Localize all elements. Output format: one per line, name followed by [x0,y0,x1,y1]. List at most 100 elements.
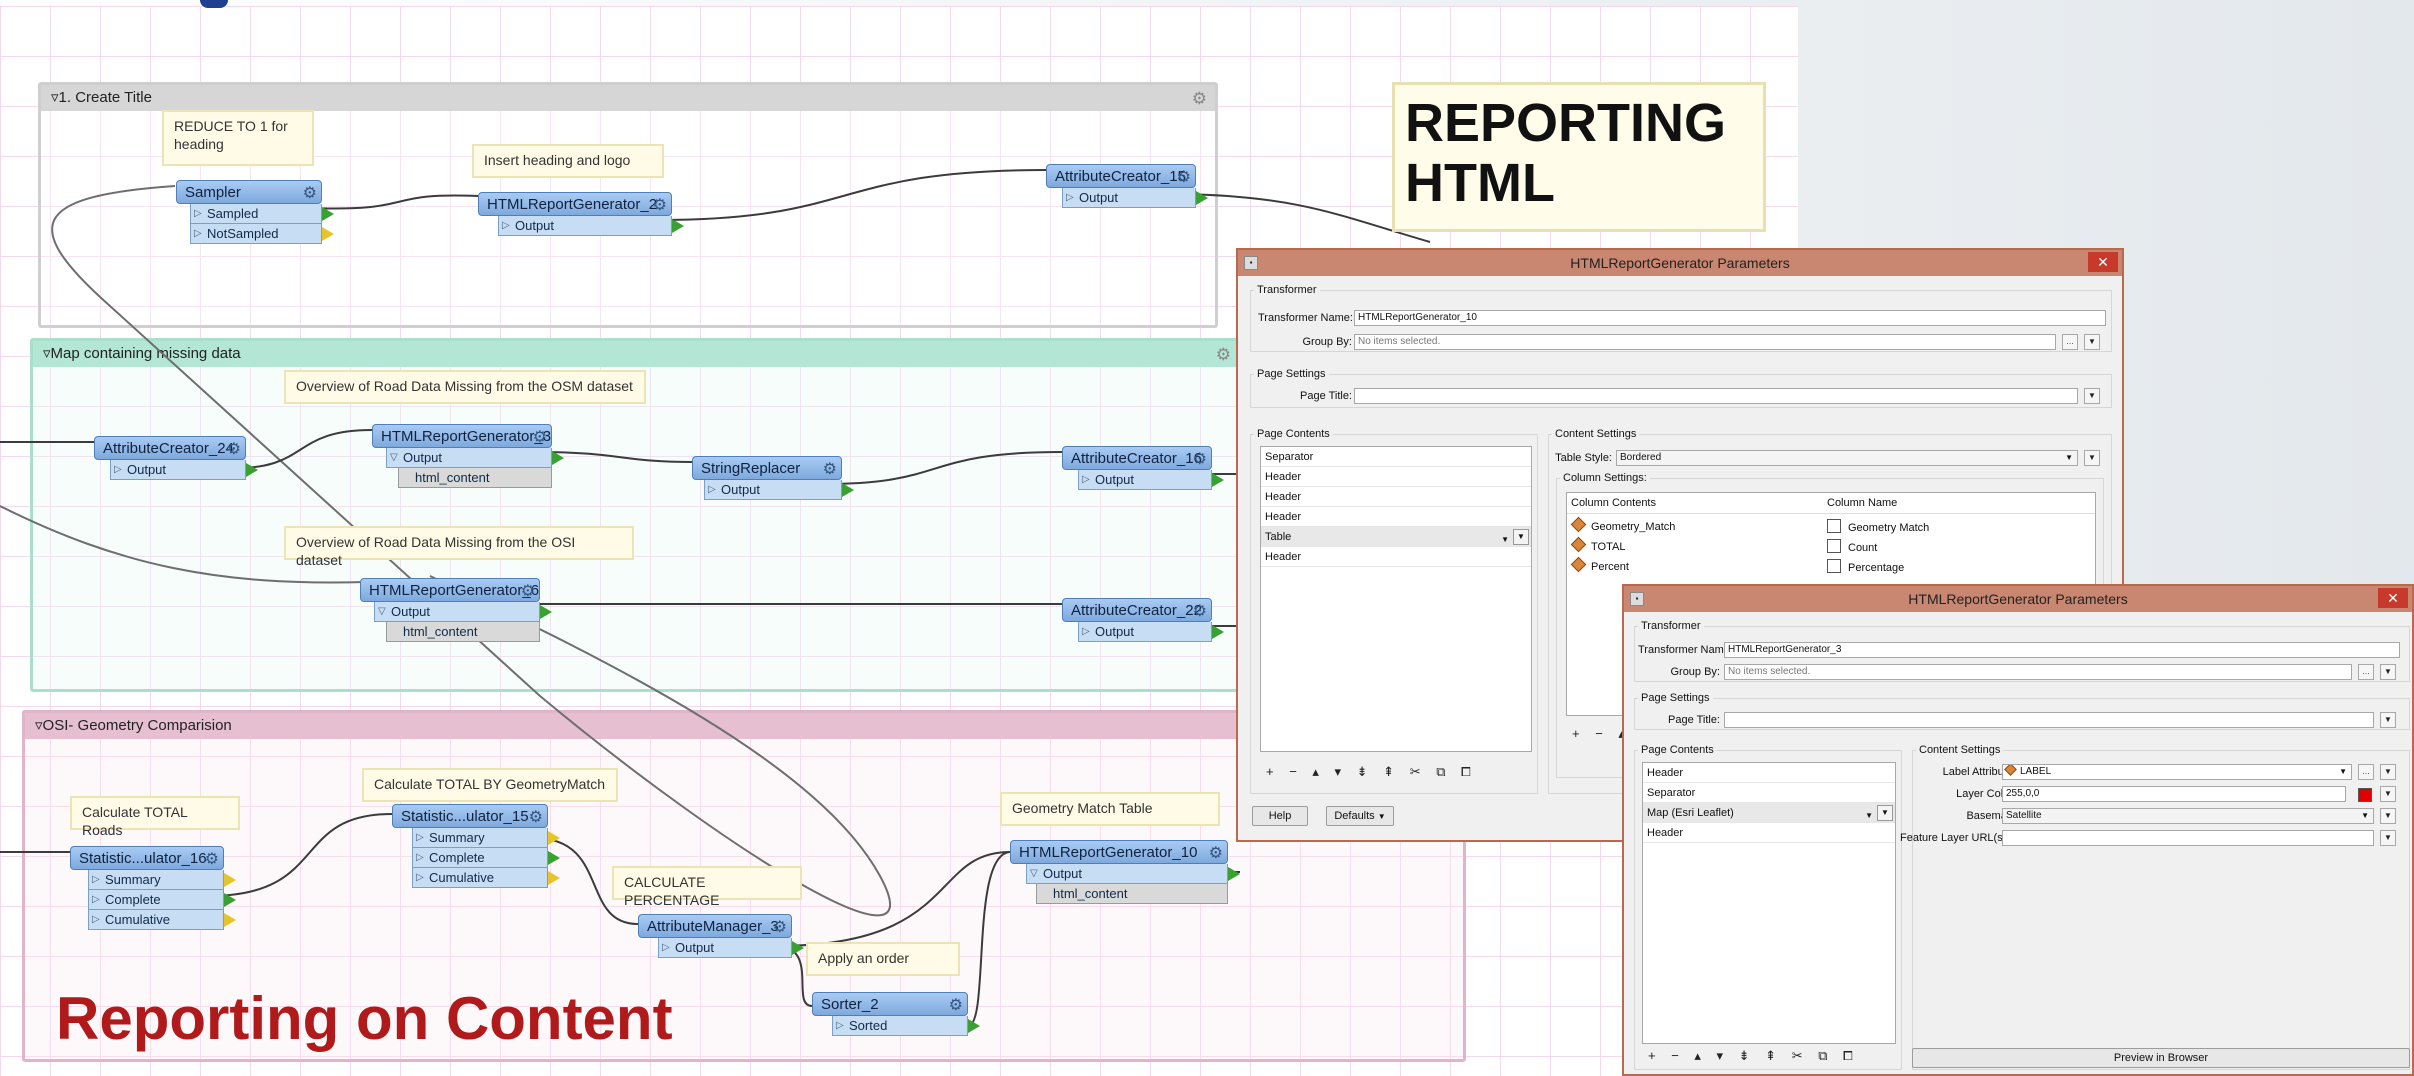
list-item[interactable]: Header [1261,467,1531,487]
output-port-arrow[interactable] [842,483,854,497]
annotation-calc-total-roads[interactable]: Calculate TOTAL Roads [70,796,240,838]
label-attribute-select[interactable]: LABEL ▼ [2002,764,2352,780]
output-port[interactable]: Output [110,460,258,480]
output-port-notsampled[interactable]: NotSampled [190,224,334,244]
list-toolbar[interactable]: + − ▴ ▾ ⇟ ⇞ ✂ ⧉ ⧠ [1648,1048,1859,1064]
table-cell[interactable]: Percentage [1827,559,1904,574]
ellipsis-button[interactable]: … [2062,334,2078,350]
chevron-down-icon[interactable]: ▼ [2380,786,2396,802]
annotation-calc-total-geom[interactable]: Calculate TOTAL BY GeometryMatch [362,768,618,802]
ellipsis-button[interactable]: … [2358,764,2374,780]
output-port-arrow[interactable] [224,893,236,907]
table-row[interactable]: Geometry_Match [1570,516,1675,533]
list-item[interactable]: Header [1261,507,1531,527]
output-port-arrow[interactable] [322,227,334,241]
input-port-arrow[interactable] [1062,604,1063,618]
node-stat-calc-16[interactable]: Statistic...ulator_16⚙ Summary Complete … [70,846,236,930]
output-port[interactable]: Output [1078,622,1224,642]
chevron-down-icon[interactable]: ▼ [2084,334,2100,350]
output-port-arrow[interactable] [548,851,560,865]
table-cell[interactable]: Count [1827,539,1877,554]
defaults-button[interactable]: Defaults ▼ [1326,806,1394,826]
parameters-dialog-html-gen-3[interactable]: ▪ HTMLReportGenerator Parameters ✕ Trans… [1622,584,2414,1076]
output-port[interactable]: Output [1078,470,1224,490]
checkbox[interactable] [1827,519,1841,533]
gear-icon[interactable]: ⚙ [1177,166,1191,187]
annotation-reporting-html[interactable]: REPORTING HTML [1392,82,1766,232]
close-icon[interactable]: ✕ [2088,252,2118,272]
output-port-arrow[interactable] [322,207,334,221]
output-port-arrow[interactable] [246,463,258,477]
feature-layer-input[interactable] [2002,830,2374,846]
chevron-down-icon[interactable]: ▼ [1513,529,1529,545]
output-port[interactable]: Output [704,480,854,500]
annotation-insert-heading[interactable]: Insert heading and logo [472,144,664,178]
input-port-arrow[interactable] [70,852,71,866]
node-sorter-2[interactable]: Sorter_2 ⚙ Sorted [812,992,980,1036]
layer-color-input[interactable]: 255,0,0 [2002,786,2346,802]
node-sampler[interactable]: Sampler ⚙ Sampled NotSampled [176,180,334,244]
input-port-arrow[interactable] [638,920,639,934]
annotation-osi-overview[interactable]: Overview of Road Data Missing from the O… [284,526,634,568]
output-port-arrow[interactable] [548,871,560,885]
node-html-gen-10[interactable]: HTMLReportGenerator_10 ⚙ Output html_cont… [1010,840,1240,904]
preview-in-browser-button[interactable]: Preview in Browser [1912,1048,2410,1068]
annotation-calc-percentage[interactable]: CALCULATE PERCENTAGE [612,866,802,908]
node-string-replacer[interactable]: StringReplacer ⚙ Output [692,456,854,500]
input-port-arrow[interactable] [1062,452,1063,466]
node-attr-creator-15[interactable]: AttributeCreator_15⚙ Output [1046,164,1208,208]
output-port-arrow[interactable] [792,941,804,955]
output-port-arrow[interactable] [548,831,560,845]
chevron-down-icon[interactable]: ▼ [2380,808,2396,824]
output-port-arrow[interactable] [1228,867,1240,881]
output-port-summary[interactable]: Summary [88,870,236,890]
chevron-down-icon[interactable]: ▼ [2380,764,2396,780]
gear-icon[interactable]: ⚙ [521,580,535,601]
chevron-down-icon[interactable]: ▼ [2084,388,2100,404]
page-title-input[interactable] [1354,388,2078,404]
gear-icon[interactable]: ⚙ [773,916,787,937]
list-item[interactable]: Header [1643,763,1895,783]
output-port-cumulative[interactable]: Cumulative [88,910,236,930]
ellipsis-button[interactable]: … [2358,664,2374,680]
list-item[interactable]: Header [1261,487,1531,507]
annotation-osm-overview[interactable]: Overview of Road Data Missing from the O… [284,370,646,404]
annotation-geom-table[interactable]: Geometry Match Table [1000,792,1220,826]
output-port-cumulative[interactable]: Cumulative [412,868,560,888]
table-style-select[interactable]: Bordered ▼ [1616,450,2078,466]
chevron-down-icon[interactable]: ▼ [2380,830,2396,846]
output-port-arrow[interactable] [1212,473,1224,487]
list-item[interactable]: Header [1261,547,1531,567]
page-contents-list[interactable]: Header Separator Map (Esri Leaflet) ▼ ▼ He… [1642,762,1896,1044]
input-port-arrow[interactable] [360,584,361,598]
input-port-arrow[interactable] [176,186,177,200]
input-port-arrow[interactable] [1046,170,1047,184]
node-html-gen-2[interactable]: HTMLReportGenerator_2⚙ Output [478,192,684,236]
gear-icon[interactable]: ⚙ [823,458,837,479]
gear-icon[interactable]: ⚙ [1193,600,1207,621]
gear-icon[interactable]: ⚙ [533,426,547,447]
input-port-arrow[interactable] [392,810,393,824]
annotation-apply-order[interactable]: Apply an order [806,942,960,976]
output-port-sampled[interactable]: Sampled [190,204,334,224]
gear-icon[interactable]: ⚙ [205,848,219,869]
node-attr-manager-3[interactable]: AttributeManager_3⚙ Output [638,914,804,958]
input-port-arrow[interactable] [478,198,479,212]
output-port-arrow[interactable] [672,219,684,233]
output-port[interactable]: Output [498,216,684,236]
node-html-gen-3[interactable]: HTMLReportGenerator_3⚙ Output html_conte… [372,424,564,488]
chevron-down-icon[interactable]: ▼ [2380,664,2396,680]
output-port-arrow[interactable] [540,605,552,619]
color-swatch[interactable] [2358,788,2372,802]
input-port-arrow[interactable] [372,430,373,444]
output-port-complete[interactable]: Complete [88,890,236,910]
input-port-arrow[interactable] [812,998,813,1012]
gear-icon[interactable]: ⚙ [303,182,317,203]
chevron-down-icon[interactable]: ▼ [2380,712,2396,728]
table-row[interactable]: Percent [1570,556,1629,573]
list-item-selected[interactable]: Table ▼ ▼ [1261,527,1531,547]
page-contents-list[interactable]: Separator Header Header Header Table ▼ ▼ H… [1260,446,1532,752]
output-port-sorted[interactable]: Sorted [832,1016,980,1036]
node-stat-calc-15[interactable]: Statistic...ulator_15⚙ Summary Complete … [392,804,560,888]
output-port[interactable]: Output [1062,188,1208,208]
